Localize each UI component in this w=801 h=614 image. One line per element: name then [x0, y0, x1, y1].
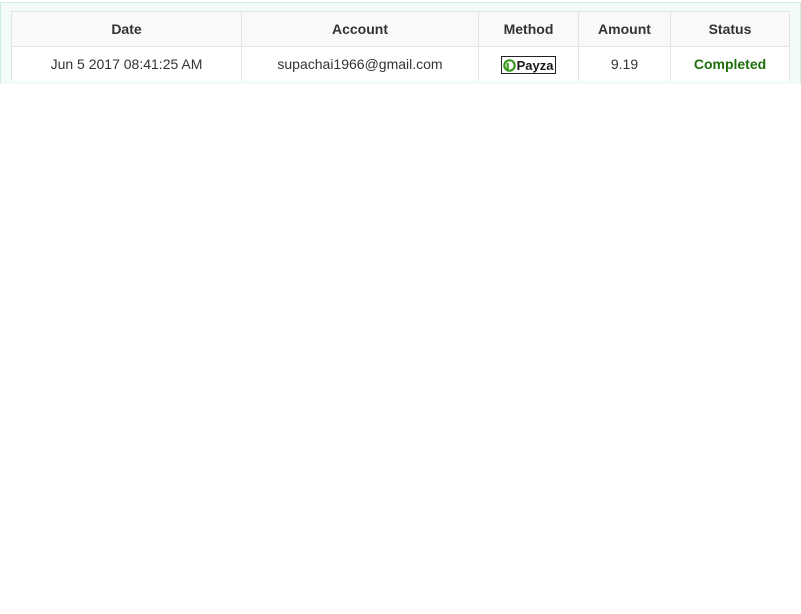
column-header-method: Method	[478, 11, 579, 47]
column-header-date: Date	[11, 11, 242, 47]
payza-logo-text: Payza	[516, 57, 554, 73]
table-header-row: Date Account Method Amount Status	[11, 11, 790, 47]
column-header-account: Account	[241, 11, 479, 47]
payza-logo-icon	[502, 58, 516, 72]
column-header-amount: Amount	[578, 11, 671, 47]
cell-method: Payza	[478, 46, 579, 81]
payouts-table: Date Account Method Amount Status Jun 5 …	[11, 11, 790, 81]
table-row: Jun 5 2017 08:41:25 AM supachai1966@gmai…	[11, 46, 790, 81]
cell-account: supachai1966@gmail.com	[241, 46, 479, 81]
cell-date: Jun 5 2017 08:41:25 AM	[11, 46, 242, 81]
payza-logo: Payza	[500, 56, 557, 75]
column-header-status: Status	[670, 11, 790, 47]
status-badge: Completed	[670, 46, 790, 81]
cell-amount: 9.19	[578, 46, 671, 81]
